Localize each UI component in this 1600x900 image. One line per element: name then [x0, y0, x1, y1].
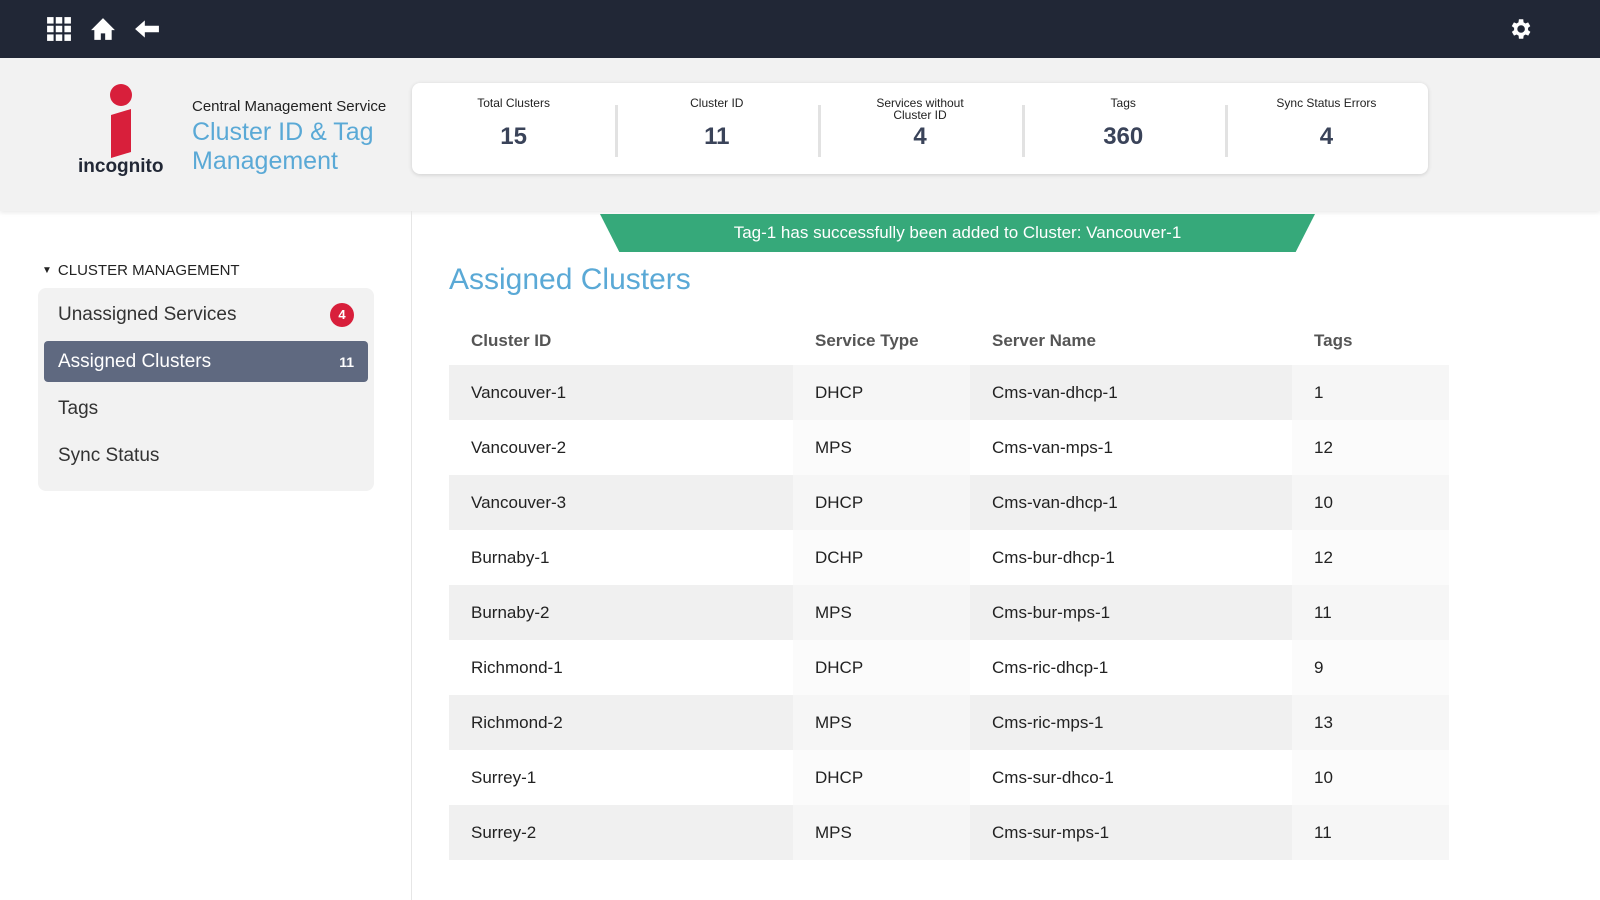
sidebar-divider [411, 211, 412, 900]
table-cell: Vancouver-2 [449, 420, 793, 475]
table-cell: 10 [1292, 475, 1449, 530]
table-cell: Cms-van-mps-1 [970, 420, 1292, 475]
caret-down-icon: ▼ [42, 265, 52, 276]
table-cell: Richmond-1 [449, 640, 793, 695]
sidebar-item-sync-status[interactable]: Sync Status [44, 435, 368, 476]
app-title: Cluster ID & Tag Management [192, 118, 374, 175]
home-icon[interactable] [90, 16, 116, 42]
table-row[interactable]: Burnaby-1 DCHP Cms-bur-dhcp-1 12 [449, 530, 1449, 585]
column-header[interactable]: Cluster ID [449, 317, 793, 365]
table-cell: 12 [1292, 530, 1449, 585]
table-cell: 9 [1292, 640, 1449, 695]
table-cell: Vancouver-3 [449, 475, 793, 530]
table-cell: MPS [793, 805, 970, 860]
table-cell: Burnaby-1 [449, 530, 793, 585]
table-cell: Cms-van-dhcp-1 [970, 365, 1292, 420]
stats-panel: Total Clusters 15 Cluster ID 11 Services w… [412, 83, 1428, 174]
section-cluster-management[interactable]: ▼ CLUSTER MANAGEMENT [42, 262, 240, 279]
column-header[interactable]: Server Name [970, 317, 1292, 365]
table-cell: 1 [1292, 365, 1449, 420]
sidebar-item-tags[interactable]: Tags [44, 388, 368, 429]
table-cell: Cms-sur-mps-1 [970, 805, 1292, 860]
sidebar-nav: Unassigned Services 4 Assigned Clusters 11… [38, 288, 374, 491]
table-cell: 13 [1292, 695, 1449, 750]
table-cell: Surrey-1 [449, 750, 793, 805]
logo-text: incognito [78, 156, 164, 177]
table-cell: Richmond-2 [449, 695, 793, 750]
table-row[interactable]: Vancouver-3 DHCP Cms-van-dhcp-1 10 [449, 475, 1449, 530]
gear-icon[interactable] [1507, 16, 1533, 42]
table-row[interactable]: Richmond-2 MPS Cms-ric-mps-1 13 [449, 695, 1449, 750]
table-row[interactable]: Surrey-2 MPS Cms-sur-mps-1 11 [449, 805, 1449, 860]
table-cell: 12 [1292, 420, 1449, 475]
count-badge: 4 [330, 302, 354, 327]
table-cell: Vancouver-1 [449, 365, 793, 420]
stat-cluster-id: Cluster ID 11 [615, 83, 818, 174]
stat-tags: Tags 360 [1021, 83, 1225, 174]
success-toast: Tag-1 has successfully been added to Clu… [600, 214, 1315, 252]
table-cell: DHCP [793, 640, 970, 695]
table-cell: Cms-ric-dhcp-1 [970, 640, 1292, 695]
table-cell: DHCP [793, 365, 970, 420]
table-row[interactable]: Vancouver-2 MPS Cms-van-mps-1 12 [449, 420, 1449, 475]
table-cell: Cms-sur-dhco-1 [970, 750, 1292, 805]
table-cell: MPS [793, 695, 970, 750]
apps-grid-icon[interactable] [46, 16, 72, 42]
table-cell: DCHP [793, 530, 970, 585]
table-cell: MPS [793, 420, 970, 475]
stat-services-without-cluster: Services without Cluster ID 4 [818, 83, 1021, 174]
table-cell: 10 [1292, 750, 1449, 805]
table-cell: DHCP [793, 475, 970, 530]
table-cell: Cms-van-dhcp-1 [970, 475, 1292, 530]
count: 11 [339, 353, 354, 370]
sidebar-item-unassigned-services[interactable]: Unassigned Services 4 [44, 294, 368, 335]
table-cell: Cms-bur-mps-1 [970, 585, 1292, 640]
table-cell: DHCP [793, 750, 970, 805]
top-bar [0, 0, 1600, 58]
service-name: Central Management Service [192, 98, 387, 115]
page-title: Assigned Clusters [449, 263, 691, 296]
table-row[interactable]: Surrey-1 DHCP Cms-sur-dhco-1 10 [449, 750, 1449, 805]
sidebar-item-assigned-clusters[interactable]: Assigned Clusters 11 [44, 341, 368, 382]
table-cell: Burnaby-2 [449, 585, 793, 640]
clusters-table: Cluster ID Service Type Server Name Tags Va… [449, 317, 1449, 860]
stat-total-clusters: Total Clusters 15 [477, 96, 550, 150]
table-cell: 11 [1292, 585, 1449, 640]
table-row[interactable]: Burnaby-2 MPS Cms-bur-mps-1 11 [449, 585, 1449, 640]
table-cell: Cms-bur-dhcp-1 [970, 530, 1292, 585]
table-row[interactable]: Richmond-1 DHCP Cms-ric-dhcp-1 9 [449, 640, 1449, 695]
stat-sync-errors: Sync Status Errors 4 [1224, 83, 1428, 174]
column-header[interactable]: Tags [1292, 317, 1449, 365]
table-cell: Surrey-2 [449, 805, 793, 860]
table-cell: Cms-ric-mps-1 [970, 695, 1292, 750]
back-arrow-icon[interactable] [134, 16, 160, 42]
table-cell: MPS [793, 585, 970, 640]
table-row[interactable]: Vancouver-1 DHCP Cms-van-dhcp-1 1 [449, 365, 1449, 420]
table-cell: 11 [1292, 805, 1449, 860]
column-header[interactable]: Service Type [793, 317, 970, 365]
